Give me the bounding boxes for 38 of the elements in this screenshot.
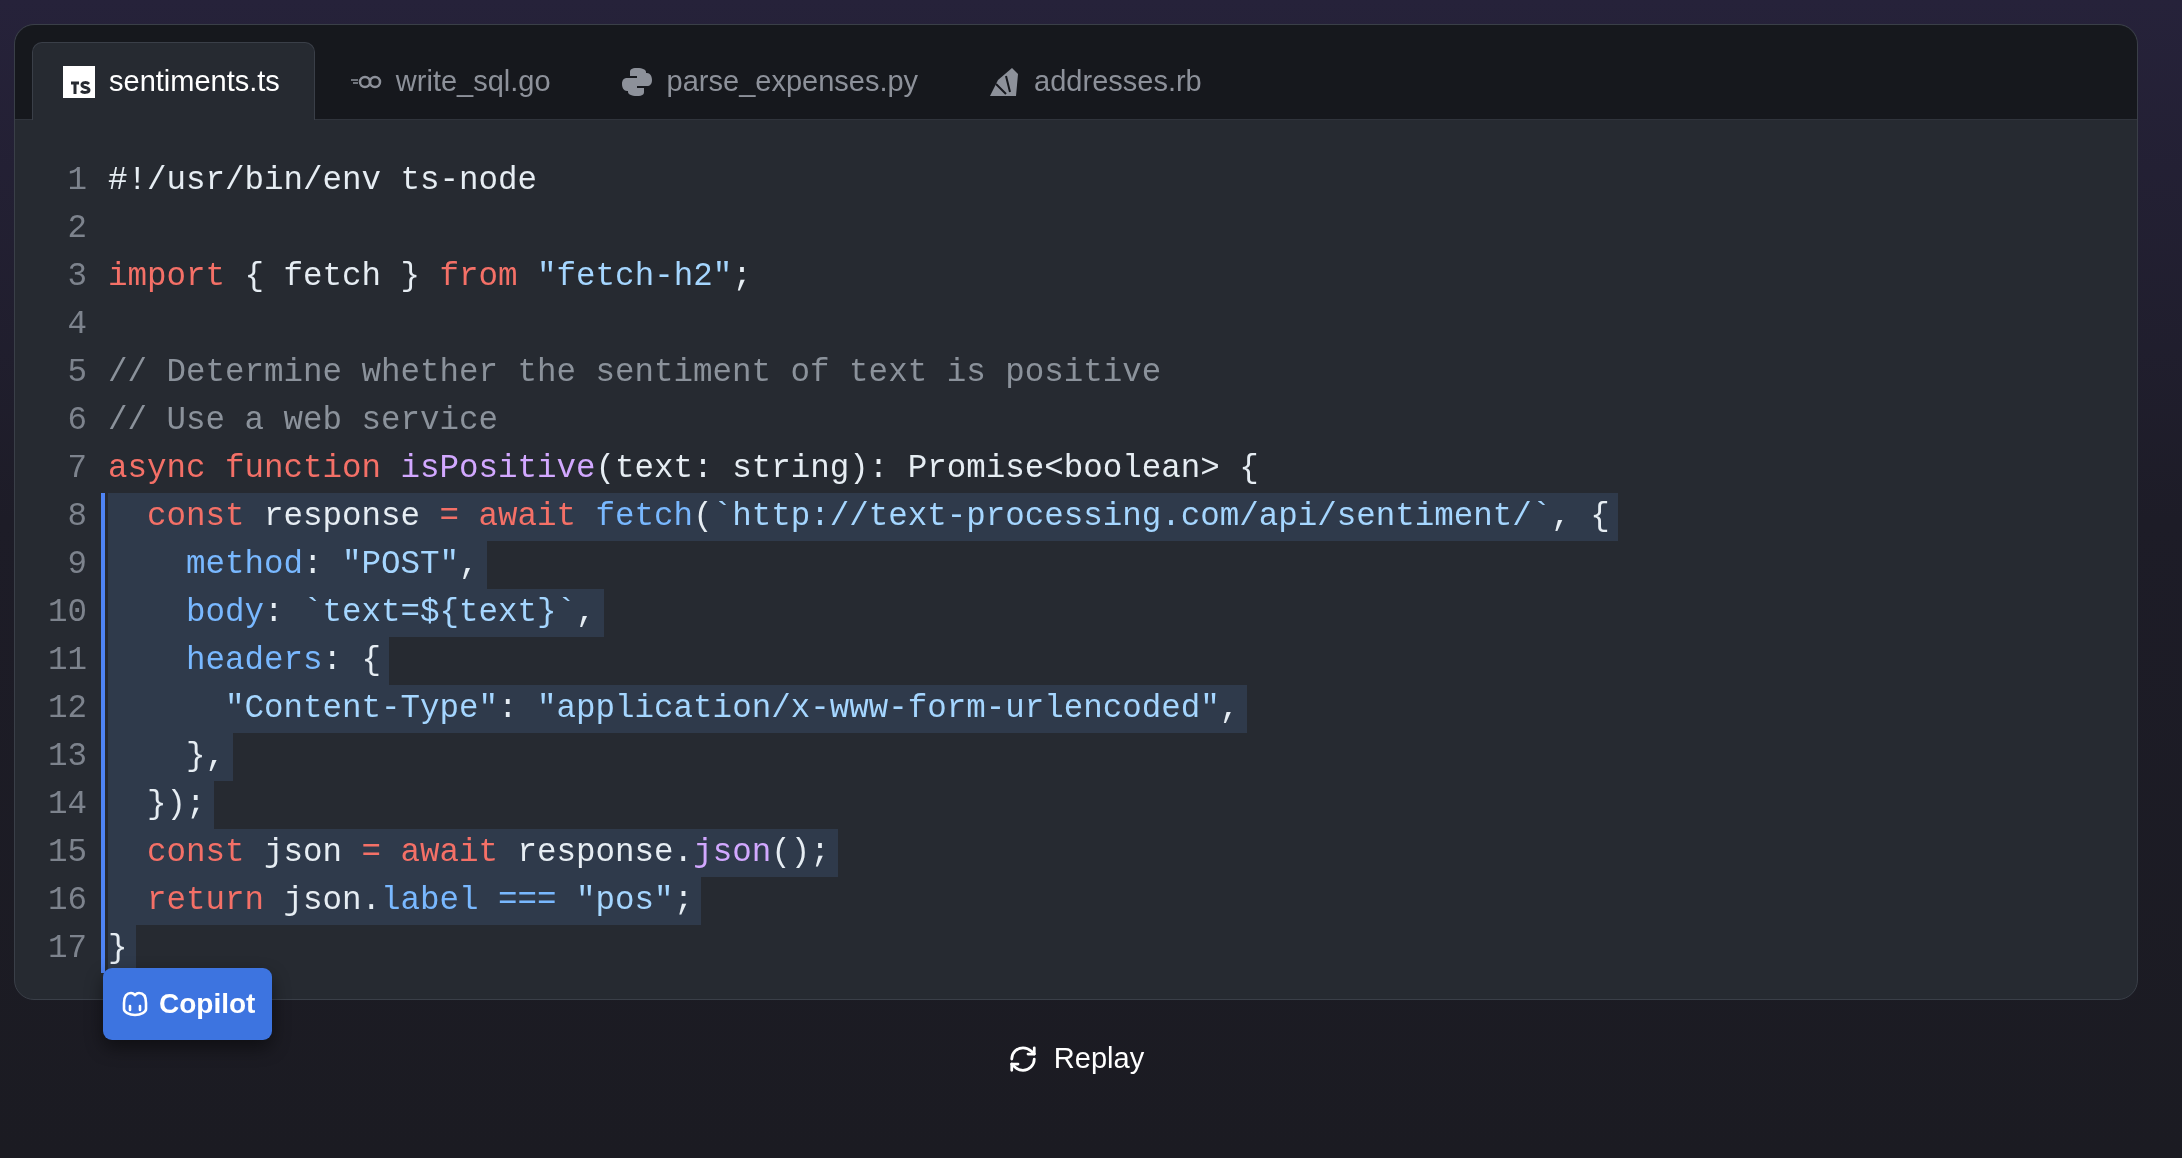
tab-label: write_sql.go [395,65,551,98]
gopher-text-icon [349,73,382,90]
code-line: async function isPositive(text: string): Promise<boolean> { [108,449,1260,489]
gem-icon [988,65,1021,98]
line-number: 15 [47,833,87,873]
line-number: 13 [47,737,87,777]
tab-label: addresses.rb [1034,65,1202,98]
file-tab[interactable]: addresses.rb [959,42,1237,120]
file-tab[interactable]: parse_expenses.py [591,42,954,120]
line-number: 12 [47,689,87,729]
file-tab[interactable]: sentiments.ts [32,42,315,120]
line-number: 16 [47,881,87,921]
line-number: 4 [66,305,87,345]
line-number: 1 [66,161,87,201]
line-number: 6 [66,401,87,441]
line-number: 14 [47,785,87,825]
line-number: 10 [47,593,87,633]
copilot-label: Copilot [159,988,256,1020]
replay-button[interactable]: Replay [997,1036,1155,1081]
typescript-icon [63,65,95,98]
tab-label: sentiments.ts [109,65,280,98]
line-number: 17 [47,929,87,969]
code-line: import { fetch } from "fetch-h2"; [108,257,753,297]
code-line: #!/usr/bin/env ts-node [108,161,539,201]
line-number: 2 [66,209,87,249]
line-number: 7 [66,449,87,489]
file-tab[interactable]: write_sql.go [320,42,586,120]
line-number: 11 [47,641,87,681]
copilot-icon [120,991,150,1017]
tab-label: parse_expenses.py [666,65,919,98]
snake-logo-icon [620,65,653,98]
line-number: 8 [66,497,87,537]
code-line: // Use a web service [108,401,500,441]
line-number: 3 [66,257,87,297]
replay-icon [1007,1043,1038,1074]
line-number: 9 [66,545,87,585]
line-number: 5 [66,353,87,393]
code-line: // Determine whether the sentiment of text is positive [108,353,1163,393]
